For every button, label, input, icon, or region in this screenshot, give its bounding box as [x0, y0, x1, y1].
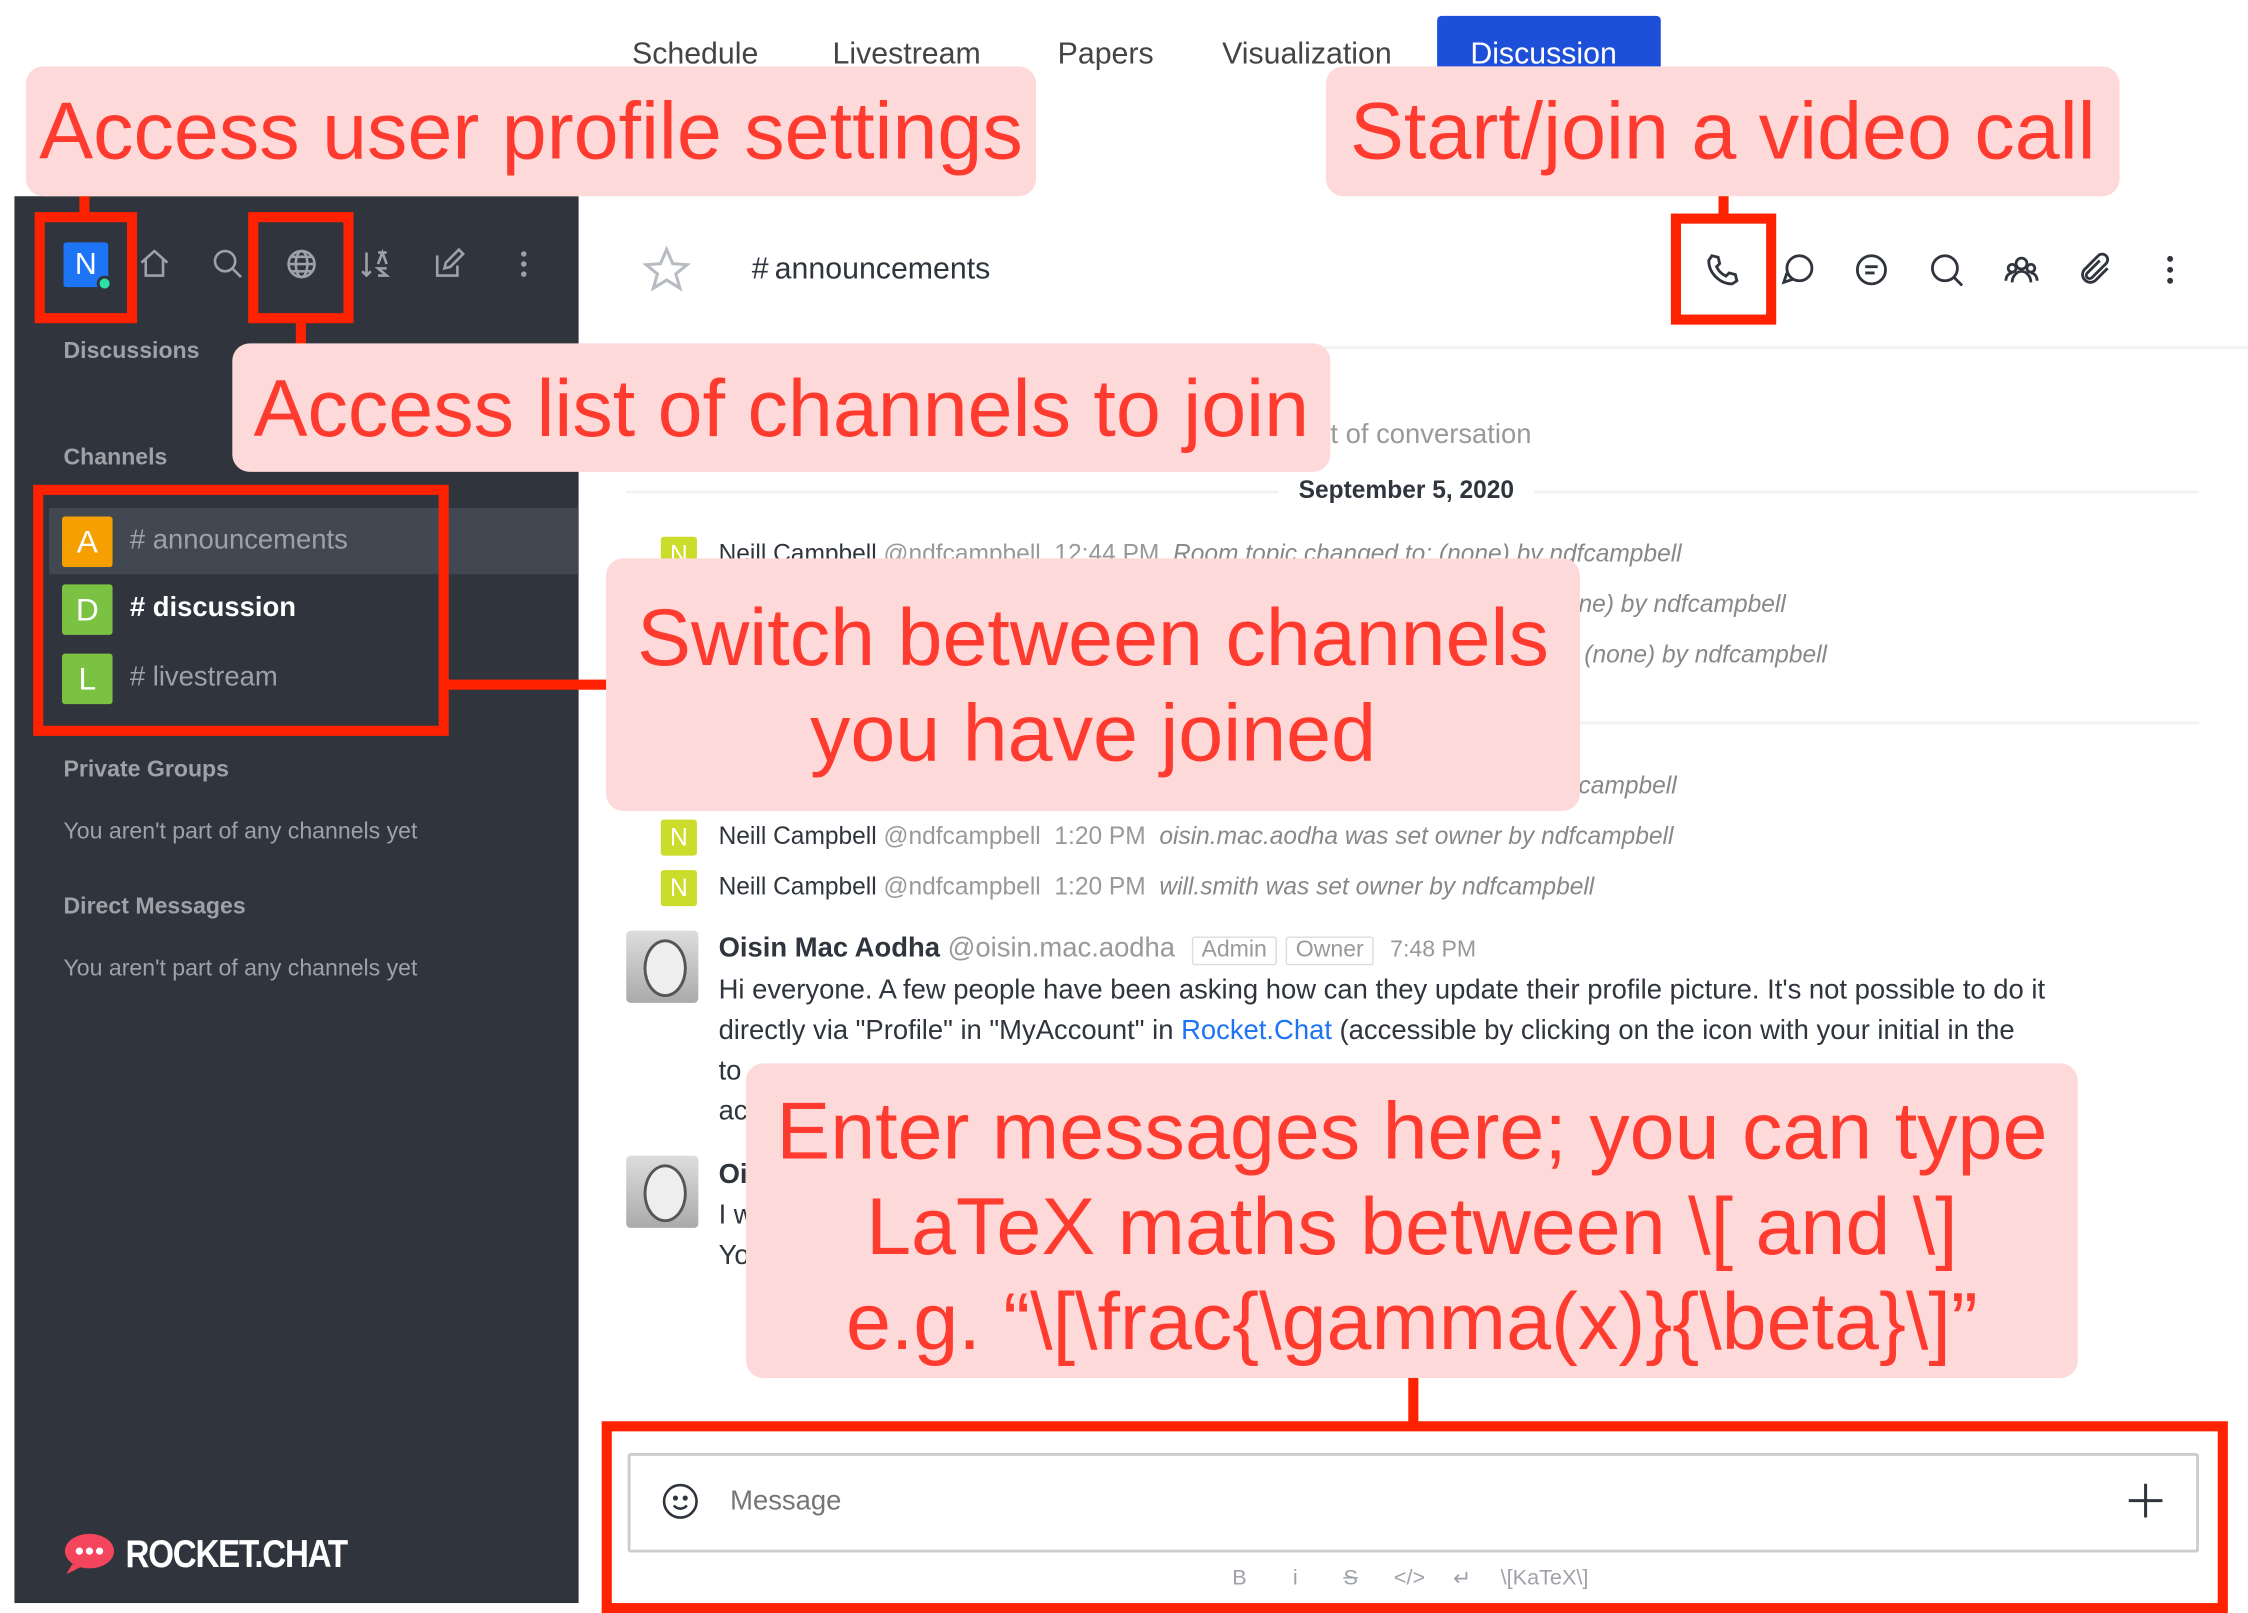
- search-icon[interactable]: [211, 247, 246, 282]
- admin-badge: Admin: [1191, 936, 1277, 966]
- sort-icon[interactable]: [358, 247, 393, 282]
- star-icon[interactable]: [642, 245, 692, 301]
- threads-icon[interactable]: [1853, 251, 1891, 289]
- start-of-conversation: t of conversation: [1330, 419, 1532, 451]
- annotation-video-call: Start/join a video call: [1326, 66, 2120, 197]
- connector-line: [445, 679, 608, 690]
- message-text: directly via "Profile" in "MyAccount" in…: [718, 1015, 2015, 1047]
- owner-badge: Owner: [1285, 936, 1374, 966]
- discussions-heading[interactable]: Discussions: [63, 339, 199, 365]
- user-avatar[interactable]: [626, 930, 699, 1003]
- directory-highlight: [248, 212, 354, 324]
- composer-highlight: [601, 1421, 2228, 1613]
- annotation-profile: Access user profile settings: [25, 66, 1037, 197]
- edit-icon[interactable]: [431, 247, 466, 282]
- message-text: Hi everyone. A few people have been aski…: [718, 975, 2046, 1006]
- discussion-icon[interactable]: [1779, 251, 1817, 289]
- profile-highlight: [34, 212, 138, 324]
- message-text: Yo: [718, 1240, 750, 1272]
- connector-line: [295, 320, 306, 347]
- rocket-chat-logo-icon: [63, 1529, 115, 1575]
- members-icon[interactable]: [2003, 251, 2041, 289]
- annotation-enter-messages: Enter messages here; you can type LaTeX m…: [745, 1063, 2078, 1378]
- user-avatar[interactable]: [626, 1155, 699, 1228]
- direct-messages-empty: You aren't part of any channels yet: [63, 956, 418, 982]
- home-icon[interactable]: [137, 247, 172, 282]
- system-message: Neill Campbell @ndfcampbell 1:20 PM oisi…: [718, 822, 1674, 850]
- direct-messages-heading: Direct Messages: [63, 894, 246, 920]
- kebab-icon[interactable]: [2151, 251, 2189, 289]
- system-message: ne) by ndfcampbell: [1578, 590, 1786, 618]
- room-title: # announcements: [751, 252, 991, 286]
- author-name[interactable]: Oi: [719, 1160, 748, 1192]
- video-call-highlight: [1670, 213, 1777, 325]
- channels-highlight: [33, 484, 449, 736]
- message-text: to: [718, 1056, 742, 1087]
- kebab-icon[interactable]: [506, 247, 541, 282]
- system-message: Neill Campbell @ndfcampbell 1:20 PM will…: [718, 872, 1595, 901]
- annotation-switch-channels: Switch between channels you have joined: [606, 558, 1580, 811]
- system-message: campbell: [1578, 771, 1677, 800]
- rocket-chat-link[interactable]: Rocket.Chat: [1181, 1016, 1332, 1046]
- attachment-icon[interactable]: [2076, 251, 2114, 289]
- message-header: Oisin Mac Aodha @oisin.mac.aodha Admin Ow…: [718, 933, 1477, 966]
- tab-papers[interactable]: Papers: [1058, 38, 1154, 73]
- author-name[interactable]: Oisin Mac Aodha: [719, 934, 940, 964]
- logo-text: ROCKET.CHAT: [125, 1532, 349, 1576]
- message-text: ac: [718, 1096, 748, 1127]
- private-groups-heading: Private Groups: [63, 757, 229, 783]
- channels-heading: Channels: [63, 445, 168, 471]
- search-icon[interactable]: [1928, 251, 1966, 289]
- system-message: (none) by ndfcampbell: [1584, 640, 1828, 669]
- user-avatar[interactable]: N: [660, 819, 697, 856]
- date-label: September 5, 2020: [1278, 476, 1535, 506]
- annotation-directory: Access list of channels to join: [232, 343, 1331, 472]
- connector-line: [1408, 1377, 1419, 1425]
- private-groups-empty: You aren't part of any channels yet: [63, 819, 418, 845]
- user-avatar[interactable]: N: [660, 870, 697, 907]
